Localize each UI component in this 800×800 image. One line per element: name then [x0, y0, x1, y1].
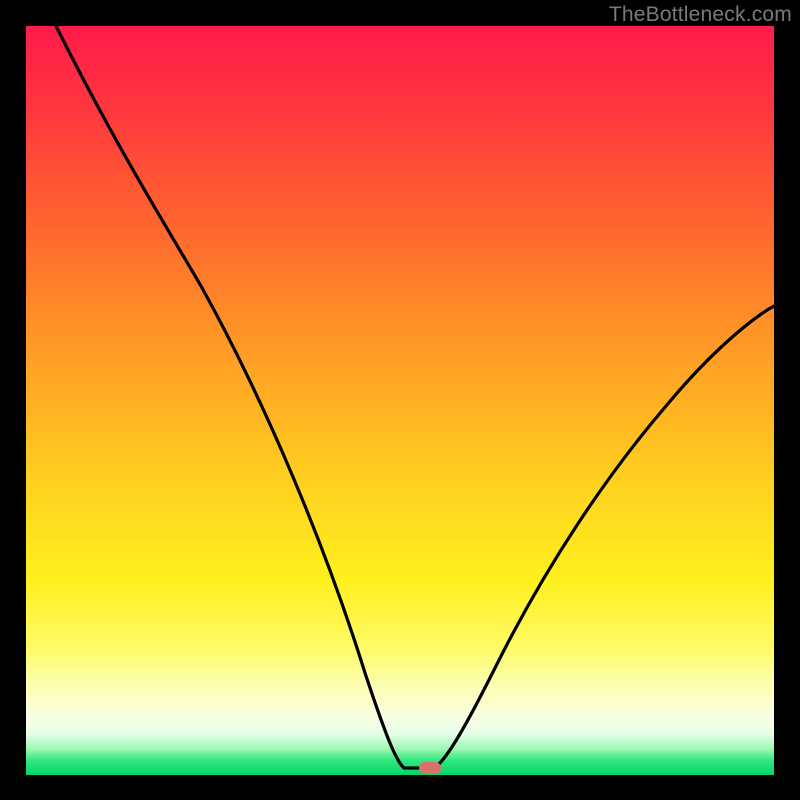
bottleneck-curve [26, 26, 774, 775]
chart-stage: TheBottleneck.com [0, 0, 800, 800]
plot-area [26, 26, 774, 775]
watermark-text: TheBottleneck.com [609, 3, 792, 27]
valley-marker [419, 762, 441, 774]
